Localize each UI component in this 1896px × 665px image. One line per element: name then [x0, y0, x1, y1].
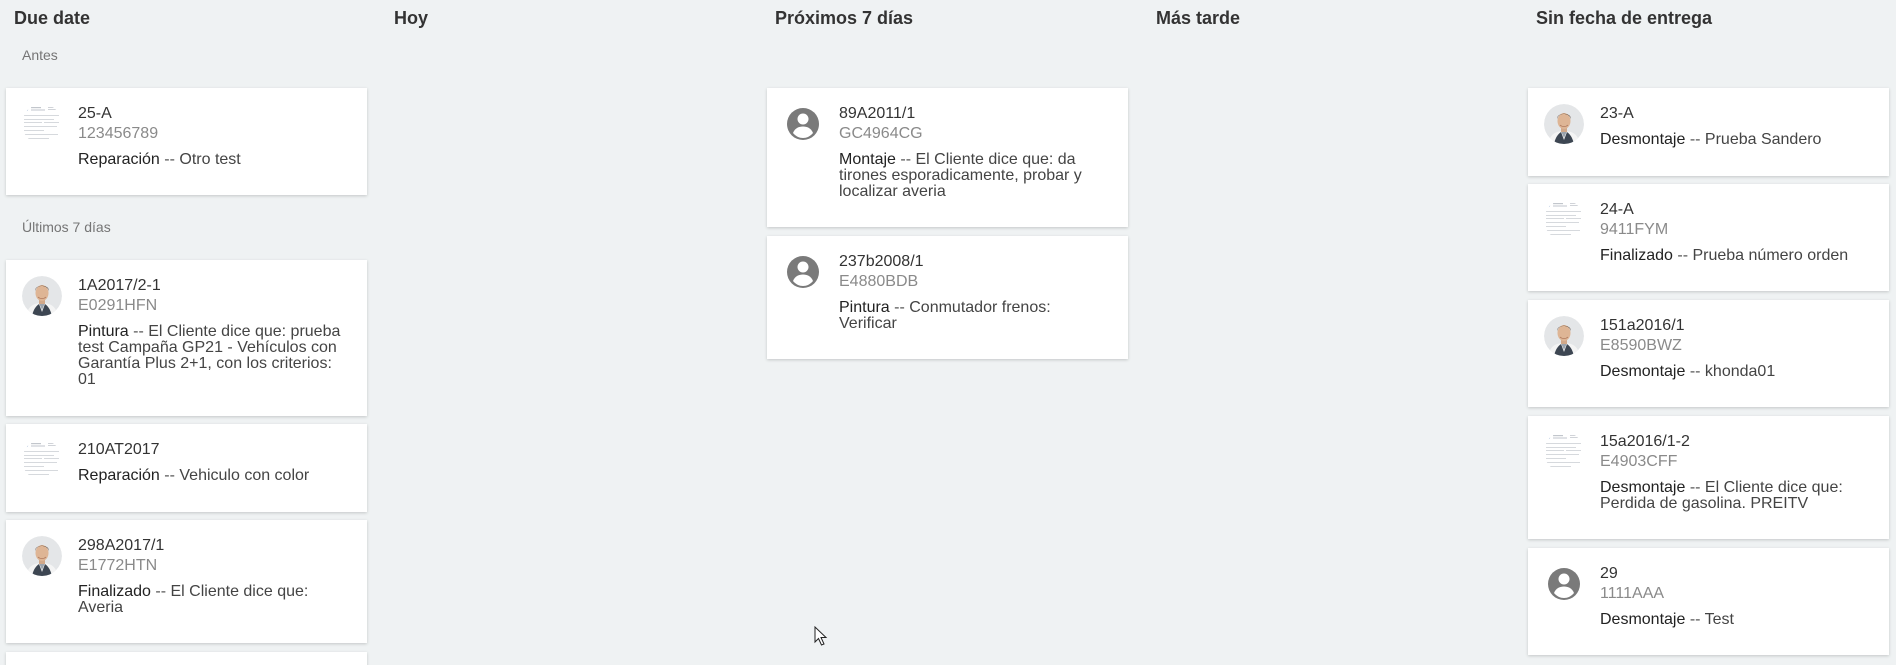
separator: --	[1685, 131, 1705, 148]
order-description: Desmontaje -- Prueba Sandero	[1600, 132, 1873, 148]
order-card[interactable]: 1A2017/2-1 E0291HFN Pintura -- El Client…	[6, 260, 367, 416]
order-id: 23-A	[1600, 105, 1634, 122]
order-description: Montaje -- El Cliente dice que: da tiron…	[839, 152, 1112, 200]
separator: --	[1685, 479, 1705, 496]
order-type: Reparación	[78, 151, 160, 168]
column-title-mas-tarde: Más tarde	[1156, 8, 1241, 28]
plate: 9411FYM	[1600, 221, 1669, 238]
order-description: Reparación -- Otro test	[78, 152, 351, 168]
document-thumbnail-icon	[22, 104, 62, 144]
order-description: Pintura -- El Cliente dice que: prueba t…	[78, 324, 351, 388]
order-id: 25-A	[78, 105, 112, 122]
order-type: Pintura	[839, 299, 890, 316]
order-text: Prueba Sandero	[1704, 131, 1822, 148]
order-type: Desmontaje	[1600, 131, 1686, 148]
order-id: 298A2017/1	[78, 537, 165, 554]
plate: 123456789	[78, 125, 159, 142]
order-type: Desmontaje	[1600, 479, 1686, 496]
column-title-hoy: Hoy	[394, 8, 429, 28]
order-card[interactable]: 210AT2017 Reparación -- Vehiculo con col…	[6, 424, 367, 512]
order-card[interactable]: 89A2011/1 GC4964CG Montaje -- El Cliente…	[767, 88, 1128, 227]
order-card[interactable]: 25-A 123456789 Reparación -- Otro test	[6, 88, 367, 195]
order-card[interactable]: 237b2008/1 E4880BDB Pintura -- Conmutado…	[767, 236, 1128, 359]
order-text: Test	[1704, 611, 1734, 628]
separator: --	[128, 323, 149, 340]
order-id: 237b2008/1	[839, 253, 924, 270]
account-circle-icon	[783, 104, 823, 144]
board: Due date Hoy Próximos 7 días Más tarde S…	[0, 0, 1896, 665]
order-text: Otro test	[179, 151, 241, 168]
order-card[interactable]: 151a2016/1 E8590BWZ Desmontaje -- khonda…	[1528, 300, 1889, 407]
separator: --	[895, 151, 916, 168]
section-title-ultimos: Últimos 7 días	[22, 219, 111, 235]
plate: E8590BWZ	[1600, 337, 1682, 354]
account-circle-icon	[1544, 564, 1584, 604]
person-avatar	[1544, 104, 1584, 144]
order-type: Finalizado	[78, 583, 151, 600]
separator: --	[150, 583, 171, 600]
order-type: Reparación	[78, 467, 160, 484]
order-description: Desmontaje -- khonda01	[1600, 364, 1873, 380]
order-card-partial[interactable]	[6, 652, 367, 665]
order-description: Reparación -- Vehiculo con color	[78, 468, 351, 484]
order-card[interactable]: 29 1111AAA Desmontaje -- Test	[1528, 548, 1889, 655]
plate: 1111AAA	[1600, 585, 1665, 602]
plate: E4880BDB	[839, 273, 919, 290]
order-card[interactable]: 23-A Desmontaje -- Prueba Sandero	[1528, 88, 1889, 176]
order-id: 151a2016/1	[1600, 317, 1685, 334]
order-type: Desmontaje	[1600, 363, 1686, 380]
document-thumbnail-icon	[1544, 200, 1584, 240]
separator: --	[159, 151, 180, 168]
order-text: khonda01	[1704, 363, 1776, 380]
order-type: Pintura	[78, 323, 129, 340]
order-text: Prueba número orden	[1692, 247, 1849, 264]
account-circle-icon	[783, 252, 823, 292]
order-card[interactable]: 24-A 9411FYM Finalizado -- Prueba número…	[1528, 184, 1889, 291]
section-title-antes: Antes	[22, 47, 58, 63]
plate: E0291HFN	[78, 297, 158, 314]
separator: --	[1672, 247, 1693, 264]
order-type: Montaje	[839, 151, 896, 168]
order-id: 1A2017/2-1	[78, 277, 161, 294]
order-description: Desmontaje -- Test	[1600, 612, 1873, 628]
plate: GC4964CG	[839, 125, 923, 142]
order-id: 24-A	[1600, 201, 1634, 218]
order-type: Desmontaje	[1600, 611, 1686, 628]
order-id: 89A2011/1	[839, 105, 916, 122]
person-avatar	[1544, 316, 1584, 356]
order-card[interactable]: 298A2017/1 E1772HTN Finalizado -- El Cli…	[6, 520, 367, 643]
order-card[interactable]: 15a2016/1-2 E4903CFF Desmontaje -- El Cl…	[1528, 416, 1889, 539]
plate: E1772HTN	[78, 557, 158, 574]
person-avatar	[22, 276, 62, 316]
order-description: Desmontaje -- El Cliente dice que: Perdi…	[1600, 480, 1873, 512]
order-text: Vehiculo con color	[179, 467, 310, 484]
mouse-pointer-icon	[814, 625, 828, 651]
plate: E4903CFF	[1600, 453, 1678, 470]
separator: --	[1685, 363, 1705, 380]
separator: --	[159, 467, 180, 484]
document-thumbnail-icon	[1544, 432, 1584, 472]
order-description: Pintura -- Conmutador frenos: Verificar	[839, 300, 1112, 332]
order-id: 210AT2017	[78, 441, 160, 458]
person-avatar	[22, 536, 62, 576]
document-thumbnail-icon	[22, 440, 62, 480]
column-title-sin-fecha: Sin fecha de entrega	[1536, 8, 1713, 28]
order-type: Finalizado	[1600, 247, 1673, 264]
column-title-due-date: Due date	[14, 8, 91, 28]
separator: --	[889, 299, 910, 316]
order-id: 15a2016/1-2	[1600, 433, 1690, 450]
separator: --	[1685, 611, 1705, 628]
order-description: Finalizado -- El Cliente dice que: Averi…	[78, 584, 351, 616]
order-description: Finalizado -- Prueba número orden	[1600, 248, 1873, 264]
order-id: 29	[1600, 565, 1618, 582]
column-title-proximos: Próximos 7 días	[775, 8, 914, 28]
